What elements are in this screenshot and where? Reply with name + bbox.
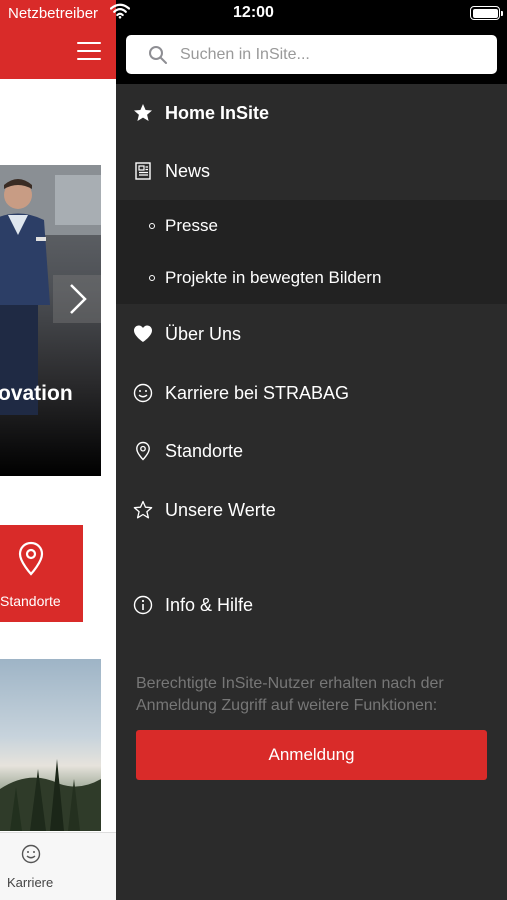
tab-bar: Karriere bbox=[0, 832, 116, 900]
location-pin-icon bbox=[18, 541, 44, 576]
login-button[interactable]: Anmeldung bbox=[136, 730, 487, 780]
login-hint-text: Berechtigte InSite-Nutzer erhalten nach … bbox=[136, 675, 444, 714]
menu-item-news[interactable]: News bbox=[116, 142, 507, 200]
bullet-icon bbox=[149, 223, 155, 229]
smiley-icon[interactable] bbox=[21, 844, 41, 864]
menu-item-karriere[interactable]: Karriere bei STRABAG bbox=[116, 364, 507, 422]
chevron-right-icon bbox=[70, 284, 87, 314]
star-outline-icon bbox=[133, 500, 153, 519]
news-submenu: Presse Projekte in bewegten Bildern bbox=[116, 200, 507, 304]
news-icon bbox=[135, 162, 151, 180]
menu-item-info-hilfe[interactable]: Info & Hilfe bbox=[116, 576, 507, 634]
search-icon bbox=[149, 46, 167, 64]
search-input[interactable] bbox=[180, 35, 490, 74]
app-header bbox=[0, 0, 116, 79]
menu-item-label: Unsere Werte bbox=[165, 500, 276, 520]
menu-item-label: Info & Hilfe bbox=[165, 595, 254, 615]
carousel-next-button[interactable] bbox=[53, 275, 101, 323]
menu-item-label: News bbox=[165, 161, 211, 181]
location-pin-icon bbox=[136, 441, 150, 461]
menu-item-unsere-werte[interactable]: Unsere Werte bbox=[116, 481, 507, 539]
heart-icon bbox=[134, 325, 152, 342]
hero-carousel-image[interactable] bbox=[0, 165, 101, 476]
search-bar[interactable] bbox=[126, 35, 497, 74]
background-app: ovation Standorte Karriere bbox=[0, 0, 116, 900]
submenu-item-label: Projekte in bewegten Bildern bbox=[165, 268, 382, 287]
menu-item-label: Über Uns bbox=[165, 324, 242, 344]
menu-item-label: Standorte bbox=[165, 441, 244, 461]
menu-item-label: Karriere bei STRABAG bbox=[165, 383, 350, 403]
submenu-item-label: Presse bbox=[165, 216, 218, 235]
hamburger-menu-icon[interactable] bbox=[77, 42, 101, 60]
hero-caption: ovation bbox=[0, 382, 73, 405]
menu-item-home[interactable]: Home InSite bbox=[116, 84, 507, 142]
bullet-icon bbox=[149, 275, 155, 281]
smiley-icon bbox=[133, 383, 153, 403]
menu-item-label: Home InSite bbox=[165, 103, 270, 123]
star-filled-icon bbox=[134, 104, 152, 121]
standorte-tile-label: Standorte bbox=[0, 593, 61, 609]
menu-item-ueber-uns[interactable]: Über Uns bbox=[116, 305, 507, 363]
drawer-header bbox=[116, 0, 507, 84]
submenu-item-projekte[interactable]: Projekte in bewegten Bildern bbox=[116, 252, 507, 304]
side-drawer: Home InSite News Presse Projekte in bewe… bbox=[116, 0, 507, 900]
landscape-image[interactable] bbox=[0, 659, 101, 831]
menu-item-standorte[interactable]: Standorte bbox=[116, 422, 507, 480]
info-icon bbox=[133, 595, 153, 615]
submenu-item-presse[interactable]: Presse bbox=[116, 200, 507, 252]
tab-karriere-label[interactable]: Karriere bbox=[7, 875, 53, 890]
